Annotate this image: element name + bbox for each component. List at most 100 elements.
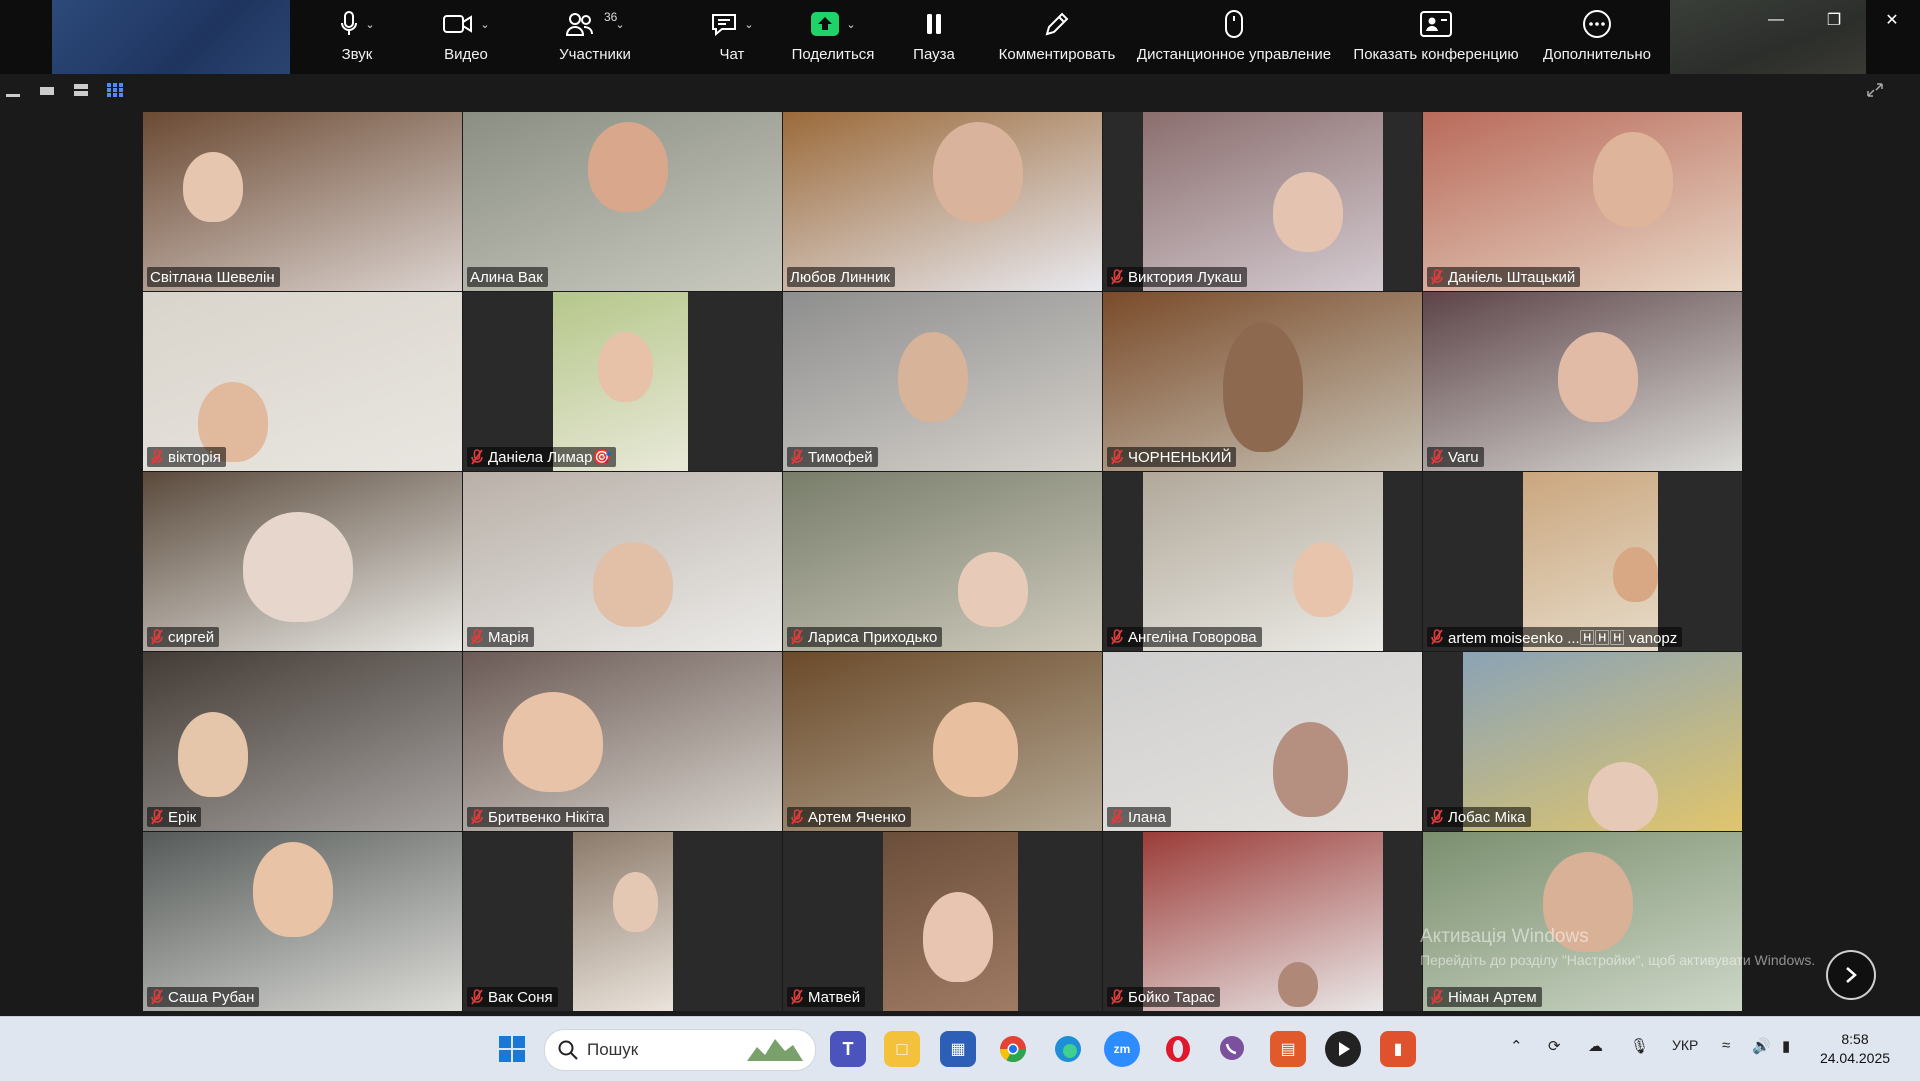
participant-tile[interactable]: artem moiseenko ...🄷🄷🄷 vanopz xyxy=(1423,472,1742,651)
muted-mic-icon xyxy=(151,809,163,825)
opera-icon xyxy=(1166,1036,1190,1062)
participant-name: Алина Вак xyxy=(470,268,543,286)
keyboard-language[interactable]: УКР xyxy=(1672,1037,1698,1053)
participant-name: Лариса Приходько xyxy=(808,628,938,646)
volume-icon[interactable]: 🔊 xyxy=(1752,1037,1771,1055)
participant-face xyxy=(253,842,333,937)
show-hidden-icons-icon[interactable]: ⌃ xyxy=(1510,1037,1523,1055)
participant-video xyxy=(143,652,462,831)
participant-name: ЧОРНЕНЬКИЙ xyxy=(1128,448,1232,466)
muted-mic-icon xyxy=(151,449,163,465)
participant-name-tag: Світлана Шевелін xyxy=(147,267,280,287)
muted-mic-icon xyxy=(1111,809,1123,825)
participant-name: Тимофей xyxy=(808,448,873,466)
participant-video xyxy=(463,652,782,831)
docs-app[interactable]: ▤ xyxy=(1270,1031,1306,1067)
battery-icon[interactable]: ▮ xyxy=(1782,1037,1790,1055)
participant-tile[interactable]: Марія xyxy=(463,472,782,651)
participant-face xyxy=(1293,542,1353,617)
participant-tile[interactable]: вікторія xyxy=(143,292,462,471)
muted-mic-icon xyxy=(471,629,483,645)
chrome-icon xyxy=(999,1036,1027,1063)
participant-tile[interactable]: Виктория Лукаш xyxy=(1103,112,1422,291)
participant-tile[interactable]: Матвей xyxy=(783,832,1102,1011)
participant-name: Вак Соня xyxy=(488,988,553,1006)
participant-face xyxy=(178,712,248,797)
clock-date: 24.04.2025 xyxy=(1819,1050,1891,1066)
folder-icon: □ xyxy=(896,1038,908,1059)
start-button[interactable] xyxy=(494,1031,530,1067)
participant-face xyxy=(1613,547,1658,602)
store-icon: ▦ xyxy=(950,1041,966,1058)
participant-video xyxy=(1463,652,1742,831)
participant-tile[interactable]: Тимофей xyxy=(783,292,1102,471)
participant-face xyxy=(1558,332,1638,422)
muted-mic-icon xyxy=(791,809,803,825)
participant-tile[interactable]: Даніель Штацький xyxy=(1423,112,1742,291)
file-explorer-app[interactable]: □ xyxy=(884,1031,920,1067)
participant-video xyxy=(1143,472,1383,651)
muted-mic-icon xyxy=(1111,269,1123,285)
participant-tile[interactable]: Ерік xyxy=(143,652,462,831)
viber-app[interactable] xyxy=(1214,1031,1250,1067)
participant-tile[interactable]: Varu xyxy=(1423,292,1742,471)
muted-mic-icon xyxy=(1111,989,1123,1005)
participant-video xyxy=(143,832,462,1011)
participant-video xyxy=(883,832,1018,1011)
participant-face xyxy=(923,892,993,982)
chevron-right-icon xyxy=(1846,967,1857,983)
participant-tile[interactable]: Лариса Приходько xyxy=(783,472,1102,651)
participant-name-tag: Виктория Лукаш xyxy=(1107,267,1247,287)
participant-name-tag: Артем Яченко xyxy=(787,807,911,827)
participant-tile[interactable]: Вак Соня xyxy=(463,832,782,1011)
participant-name-tag: Ерік xyxy=(147,807,202,827)
participant-name: Світлана Шевелін xyxy=(150,268,275,286)
participant-tile[interactable]: Ілана xyxy=(1103,652,1422,831)
participant-tile[interactable]: Ангеліна Говорова xyxy=(1103,472,1422,651)
microphone-tray-icon[interactable]: 🎙 xyxy=(1630,1037,1649,1055)
participant-tile[interactable]: Бритвенко Нікіта xyxy=(463,652,782,831)
taskbar-search[interactable]: Пошук xyxy=(544,1029,816,1071)
sync-icon[interactable]: ⟳ xyxy=(1548,1037,1561,1055)
participant-face xyxy=(598,332,653,402)
zoom-app[interactable]: zm xyxy=(1104,1031,1140,1067)
participant-face xyxy=(183,152,243,222)
opera-app[interactable] xyxy=(1160,1031,1196,1067)
media-player-app[interactable] xyxy=(1325,1031,1361,1067)
store-app[interactable]: ▦ xyxy=(940,1031,976,1067)
participant-tile[interactable]: Артем Яченко xyxy=(783,652,1102,831)
participant-video xyxy=(143,112,462,291)
participant-tile[interactable]: Даніела Лимар🎯 xyxy=(463,292,782,471)
cloud-icon[interactable]: ☁ xyxy=(1588,1037,1603,1055)
participant-tile[interactable]: Алина Вак xyxy=(463,112,782,291)
participant-video xyxy=(1423,292,1742,471)
participant-tile[interactable]: Любов Линник xyxy=(783,112,1102,291)
system-clock[interactable]: 8:58 24.04.2025 xyxy=(1810,1030,1900,1068)
participant-name-tag: Німан Артем xyxy=(1427,987,1542,1007)
teams-app[interactable]: T xyxy=(830,1031,866,1067)
presentation-app[interactable]: ▮ xyxy=(1380,1031,1416,1067)
participant-face xyxy=(503,692,603,792)
participant-tile[interactable]: Саша Рубан xyxy=(143,832,462,1011)
participant-tile[interactable]: сиргей xyxy=(143,472,462,651)
muted-mic-icon xyxy=(1431,269,1443,285)
search-icon xyxy=(558,1040,578,1060)
video-gallery: Світлана Шевелін Алина Вак Любов Линник Вик… xyxy=(0,0,1920,1016)
search-placeholder: Пошук xyxy=(587,1040,639,1059)
edge-app[interactable] xyxy=(1050,1031,1086,1067)
participant-tile[interactable]: ЧОРНЕНЬКИЙ xyxy=(1103,292,1422,471)
participant-tile[interactable]: Лобас Міка xyxy=(1423,652,1742,831)
participant-video xyxy=(783,652,1102,831)
next-page-button[interactable] xyxy=(1826,950,1876,1000)
participant-name-tag: Алина Вак xyxy=(467,267,548,287)
participant-name: Ілана xyxy=(1128,808,1166,826)
participant-face xyxy=(1273,172,1343,252)
participant-tile[interactable]: Світлана Шевелін xyxy=(143,112,462,291)
chrome-app[interactable] xyxy=(995,1031,1031,1067)
participant-video xyxy=(573,832,673,1011)
wifi-icon[interactable]: ≈ xyxy=(1722,1037,1730,1054)
participant-face xyxy=(1273,722,1348,817)
participant-video xyxy=(783,292,1102,471)
participant-tile[interactable]: Німан Артем xyxy=(1423,832,1742,1011)
participant-tile[interactable]: Бойко Тарас xyxy=(1103,832,1422,1011)
